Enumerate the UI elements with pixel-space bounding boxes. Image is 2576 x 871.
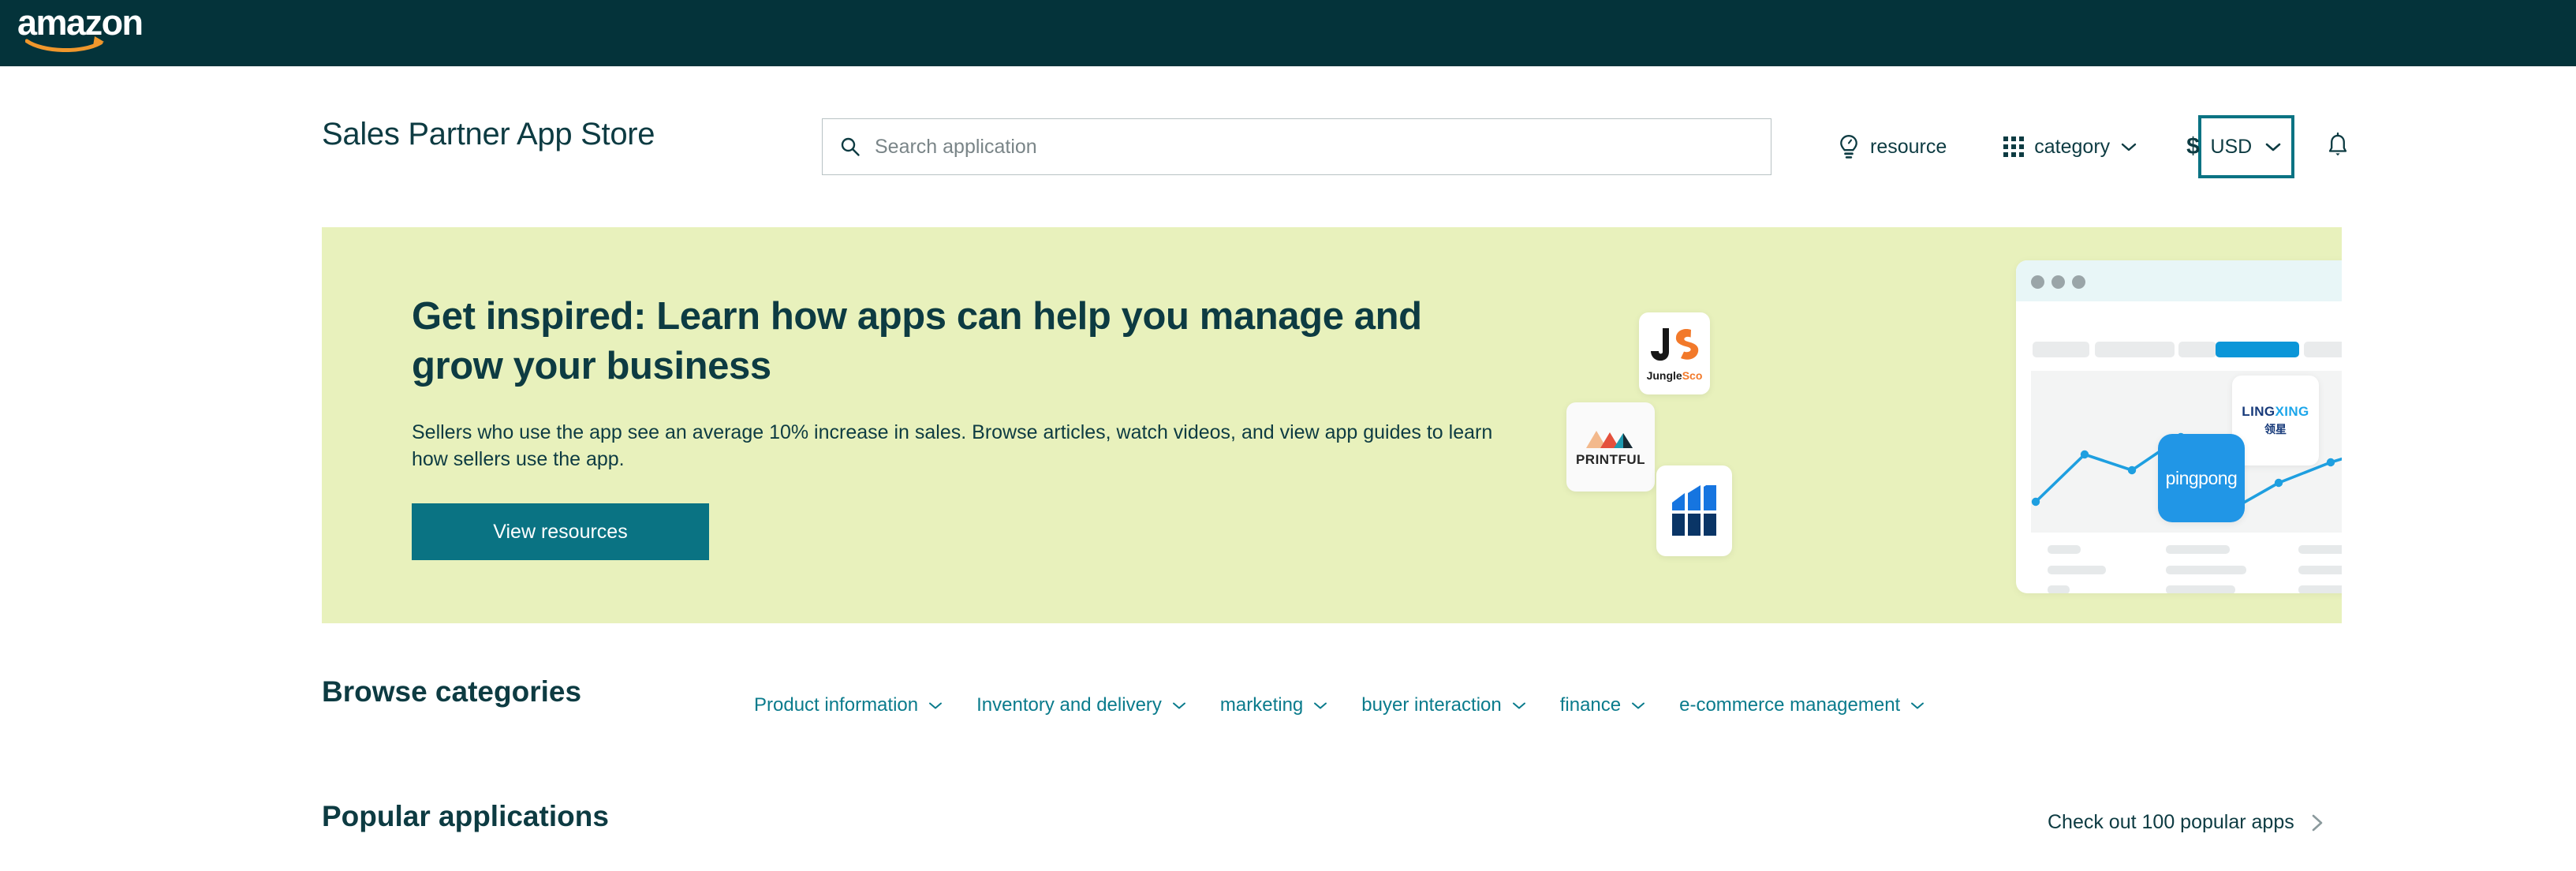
notifications-button[interactable]: [2326, 132, 2350, 163]
skeleton-line: [2048, 585, 2070, 593]
category-link-label: e-commerce management: [1679, 694, 1901, 716]
chevron-down-icon: [1314, 702, 1327, 709]
skeleton-line: [2166, 585, 2235, 593]
chevron-down-icon: [1512, 702, 1525, 709]
pingpong-logo-tile: pingpong: [2158, 434, 2245, 522]
chevron-right-icon: [2312, 814, 2323, 831]
currency-symbol: $: [2186, 133, 2200, 159]
window-dot: [2031, 275, 2044, 289]
window-dot: [2051, 275, 2065, 289]
category-nav-item[interactable]: category: [2003, 136, 2137, 159]
popular-applications-title: Popular applications: [322, 800, 609, 832]
skeleton-line: [2298, 545, 2342, 554]
browse-categories-title: Browse categories: [322, 675, 582, 708]
search-icon: [841, 137, 860, 156]
skeleton-line: [2048, 545, 2081, 554]
hero-title: Get inspired: Learn how apps can help yo…: [412, 295, 1422, 387]
skeleton-line: [2166, 566, 2246, 574]
chevron-down-icon: [929, 702, 943, 709]
currency-selector[interactable]: USD: [2197, 115, 2294, 178]
category-link-label: marketing: [1219, 694, 1304, 716]
hero-illustration: JungleSco PRINTFUL LINGXING 领星 pingpong: [1552, 227, 2342, 623]
skeleton-line: [2048, 566, 2106, 574]
hero-subtitle: Sellers who use the app see an average 1…: [412, 421, 1493, 471]
category-link-marketing[interactable]: marketing: [1220, 694, 1329, 716]
check-out-popular-apps-label: Check out 100 popular apps: [2048, 811, 2294, 833]
junglescout-icon: [1651, 328, 1699, 361]
resource-label: resource: [1870, 135, 1947, 158]
chevron-down-icon: [1632, 702, 1645, 709]
check-out-popular-apps-link[interactable]: Check out 100 popular apps: [2048, 811, 2326, 834]
printful-wordmark: PRINTFUL: [1575, 452, 1646, 467]
category-link-label: Inventory and delivery: [976, 694, 1162, 716]
category-link-label: finance: [1559, 694, 1622, 716]
mockup-tab-pill-active: [2216, 342, 2299, 357]
amazon-smile-icon: [25, 36, 104, 52]
skeleton-line: [2298, 585, 2342, 593]
resource-nav-item[interactable]: resource: [1838, 134, 1947, 159]
category-links: Product information Inventory and delive…: [754, 694, 1926, 716]
search-input[interactable]: [875, 131, 1711, 163]
currency-block: $ USD: [2186, 115, 2294, 178]
category-link-buyer-interaction[interactable]: buyer interaction: [1361, 694, 1527, 716]
category-link-product-information[interactable]: Product information: [754, 694, 944, 716]
category-link-label: Product information: [754, 694, 919, 716]
printful-logo-tile: PRINTFUL: [1566, 402, 1655, 492]
chevron-down-icon: [1172, 702, 1185, 709]
view-resources-button[interactable]: View resources: [412, 503, 709, 560]
mockup-title-bar: [2016, 260, 2342, 301]
junglescout-wordmark: JungleSco: [1646, 369, 1703, 382]
amazon-top-bar: amazon: [0, 0, 2576, 66]
bell-icon: [2328, 132, 2346, 155]
lingxing-wordmark-cn: 领星: [2264, 423, 2287, 436]
lingxing-logo-tile: LINGXING 领星: [2232, 376, 2319, 465]
lightbulb-icon: [1840, 135, 1857, 159]
category-link-label: buyer interaction: [1361, 694, 1502, 716]
category-label: category: [2034, 135, 2111, 158]
amazon-logo[interactable]: amazon: [17, 5, 144, 54]
currency-value: USD: [2210, 135, 2253, 158]
category-link-e-commerce-management[interactable]: e-commerce management: [1679, 694, 1926, 716]
category-link-finance[interactable]: finance: [1560, 694, 1647, 716]
lingxing-wordmark: LINGXING: [2242, 404, 2309, 419]
skeleton-line: [2298, 566, 2342, 574]
chevron-down-icon: [2121, 143, 2137, 151]
mockup-tab-pill: [2033, 342, 2089, 357]
header-actions: resource category $ USD: [1838, 115, 2350, 178]
grid-icon: [2003, 136, 2025, 157]
chevron-down-icon: [2265, 143, 2281, 151]
hero-banner: Get inspired: Learn how apps can help yo…: [322, 227, 2342, 623]
skeleton-line: [2166, 545, 2230, 554]
search-box[interactable]: [822, 118, 1771, 175]
mockup-tab-pill: [2095, 342, 2175, 357]
mockup-tab-pill: [2178, 342, 2216, 357]
chevron-down-icon: [1911, 702, 1925, 709]
printful-mountains-icon: [1586, 431, 1633, 448]
window-dot: [2072, 275, 2085, 289]
pingpong-wordmark: pingpong: [2165, 467, 2238, 488]
bar-chart-icon: [1672, 484, 1716, 536]
mockup-tab-pill: [2304, 342, 2342, 357]
bar-chart-app-logo-tile: [1656, 465, 1732, 556]
junglescout-logo-tile: JungleSco: [1639, 312, 1710, 394]
category-link-inventory-and-delivery[interactable]: Inventory and delivery: [976, 694, 1188, 716]
page-title: Sales Partner App Store: [322, 117, 655, 151]
